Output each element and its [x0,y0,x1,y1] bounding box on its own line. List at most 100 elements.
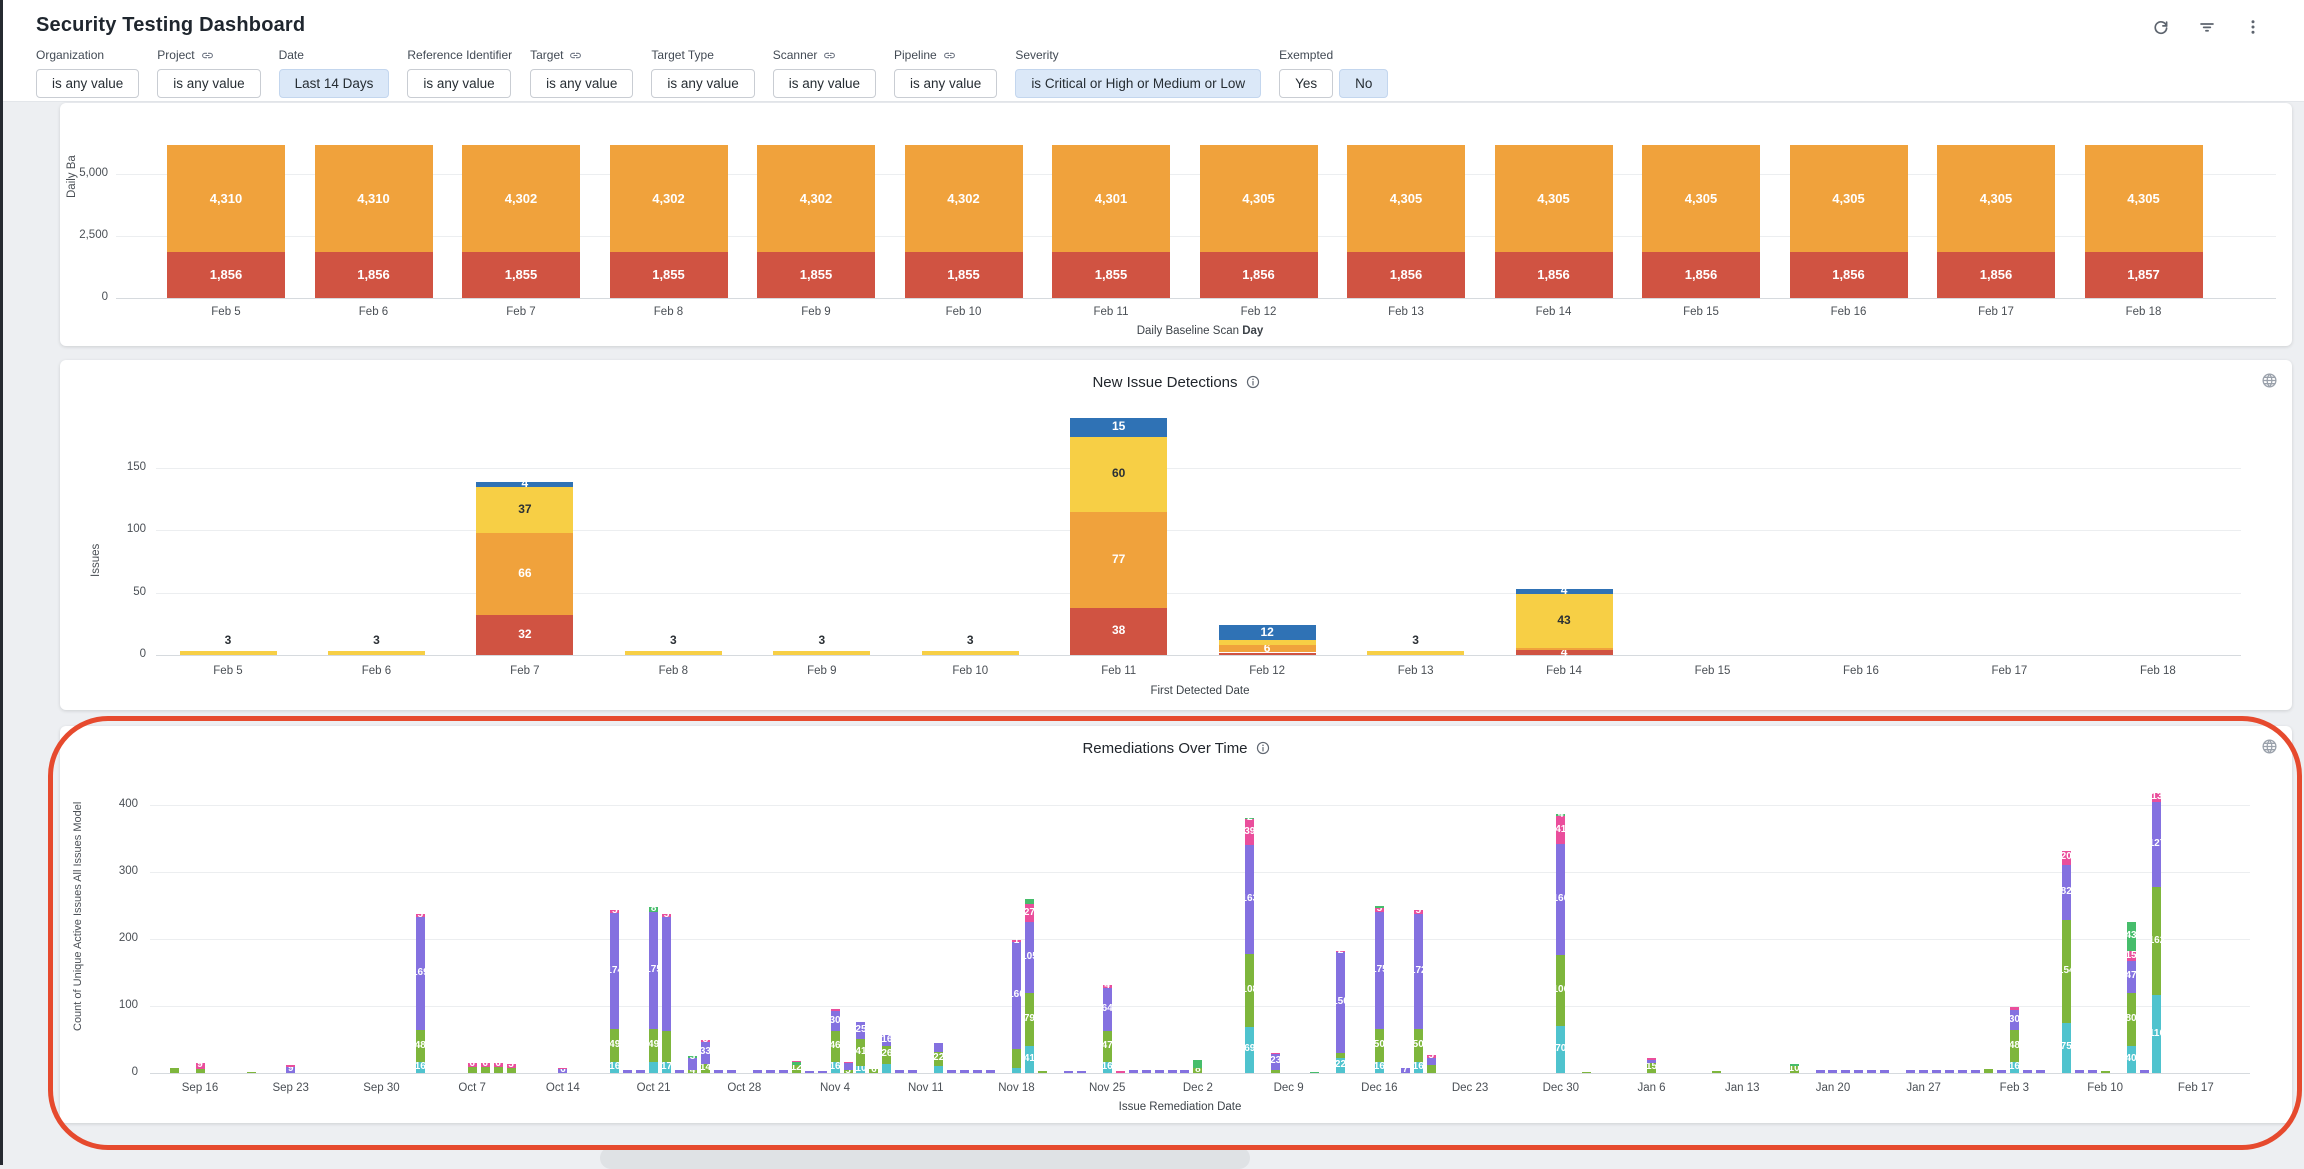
bar-segment[interactable]: 46 [831,1031,840,1062]
bar-segment[interactable]: 23 [1271,1054,1280,1069]
bar-segment[interactable] [1867,1070,1876,1073]
bar-segment[interactable] [247,1072,256,1073]
bar-segment[interactable] [1427,1065,1436,1073]
bar-segment[interactable]: 1,855 [1052,252,1170,298]
bar-segment[interactable]: 1,856 [1200,252,1318,298]
bar-segment[interactable]: 4,302 [905,145,1023,252]
bar-segment[interactable] [1828,1070,1837,1073]
bar-segment[interactable]: 43 [1516,594,1613,648]
bar-segment[interactable]: 172 [1414,914,1423,1029]
bar-segment[interactable] [779,1070,788,1073]
bar-segment[interactable]: 20 [2062,851,2071,864]
bar-segment[interactable]: 1,856 [167,252,285,298]
bar-segment[interactable]: 108 [1245,954,1254,1026]
bar-segment[interactable]: 5 [1375,908,1384,911]
bar-segment[interactable] [1116,1071,1125,1073]
bar-segment[interactable] [1025,899,1034,904]
bar-segment[interactable]: 79 [1025,993,1034,1046]
bar-segment[interactable] [1193,1060,1202,1068]
filter-value-scanner[interactable]: is any value [773,69,876,98]
bar-segment[interactable]: 16 [416,1062,425,1073]
bar-segment[interactable] [2023,1070,2032,1073]
filter-value-severity[interactable]: is Critical or High or Medium or Low [1015,69,1261,98]
kebab-menu-icon[interactable] [2244,18,2262,36]
bar-segment[interactable]: 1,856 [1495,252,1613,298]
bar-segment[interactable] [623,1070,632,1073]
bar-segment[interactable]: 30 [831,1011,840,1031]
bar-segment[interactable] [766,1070,775,1073]
bar-segment[interactable]: 4,305 [2085,145,2203,252]
filter-value-target[interactable]: is any value [530,69,633,98]
bar-segment[interactable]: 3 [922,651,1019,655]
bar-segment[interactable] [882,1064,891,1073]
bar-segment[interactable]: 4 [1516,589,1613,594]
bar-segment[interactable]: 160 [1012,942,1021,1049]
info-icon[interactable] [1246,375,1260,389]
bar-segment[interactable]: 16 [610,1062,619,1073]
bar-segment[interactable] [1906,1070,1915,1073]
bar-segment[interactable] [1155,1070,1164,1073]
bar-segment[interactable]: 150 [1336,952,1345,1053]
bar-segment[interactable]: 16 [1414,1062,1423,1073]
bar-segment[interactable] [1582,1072,1591,1073]
bar-segment[interactable]: 5 [1427,1055,1436,1058]
bar-segment[interactable]: 4 [1103,985,1112,988]
bar-segment[interactable] [1142,1070,1151,1073]
bar-segment[interactable]: 3 [688,1056,697,1058]
bar-segment[interactable]: 1,855 [462,252,580,298]
bar-segment[interactable]: 15 [2127,951,2136,961]
bar-segment[interactable]: 174 [610,913,619,1030]
bar-segment[interactable]: 49 [649,1029,658,1062]
bar-segment[interactable]: 66 [476,533,573,615]
bar-segment[interactable] [2088,1070,2097,1073]
bar-segment[interactable]: 5 [1414,910,1423,913]
bar-segment[interactable]: 8 [1193,1068,1202,1073]
bar-segment[interactable]: 16 [1103,1062,1112,1073]
bar-segment[interactable]: 5 [507,1064,516,1067]
bar-segment[interactable]: 5 [844,1070,853,1073]
bar-segment[interactable] [2075,1070,2084,1073]
bar-segment[interactable]: 4 [1516,650,1613,655]
bar-segment[interactable]: 5 [610,910,619,913]
bar-segment[interactable]: 163 [1245,845,1254,954]
bar-segment[interactable] [960,1070,969,1073]
bar-segment[interactable] [1647,1060,1656,1063]
globe-icon[interactable] [2261,738,2278,755]
bar-segment[interactable]: 4,305 [1937,145,2055,252]
bar-segment[interactable]: 9 [196,1063,205,1069]
bar-segment[interactable] [714,1070,723,1073]
bar-segment[interactable]: 6 [468,1063,477,1067]
bar-segment[interactable] [1271,1053,1280,1054]
bar-segment[interactable] [792,1062,801,1065]
bar-segment[interactable]: 6 [481,1063,490,1067]
bar-segment[interactable]: 15 [1647,1063,1656,1073]
bar-segment[interactable] [1997,1070,2006,1073]
bar-segment[interactable]: 16 [1375,1062,1384,1073]
bar-segment[interactable] [1647,1058,1656,1060]
bar-segment[interactable]: 5 [662,914,671,917]
bar-segment[interactable] [481,1067,490,1073]
bar-segment[interactable] [1064,1071,1073,1073]
bar-segment[interactable]: 26 [882,1046,891,1063]
bar-segment[interactable]: 13 [2152,793,2161,802]
filter-value-target-type[interactable]: is any value [651,69,754,98]
bar-segment[interactable] [2101,1071,2110,1073]
bar-segment[interactable] [1816,1070,1825,1073]
bar-segment[interactable] [908,1070,917,1073]
bar-segment[interactable] [1180,1070,1189,1073]
bar-segment[interactable] [986,1070,995,1073]
bar-segment[interactable]: 1,857 [2085,252,2203,298]
bar-segment[interactable]: 166 [1556,844,1565,955]
bar-segment[interactable]: 16 [2010,1062,2019,1073]
bar-segment[interactable] [494,1067,503,1073]
bar-segment[interactable]: 22 [934,1052,943,1067]
filter-value-date[interactable]: Last 14 Days [279,69,390,98]
filter-value-pipeline[interactable]: is any value [894,69,997,98]
bar-segment[interactable] [1854,1070,1863,1073]
bar-segment[interactable] [675,1070,684,1073]
bar-segment[interactable]: 4 [688,1070,697,1073]
bar-segment[interactable]: 162 [2152,887,2161,996]
bar-segment[interactable]: 14 [701,1064,710,1073]
bar-segment[interactable]: 37 [476,487,573,533]
bar-segment[interactable] [1790,1064,1799,1067]
